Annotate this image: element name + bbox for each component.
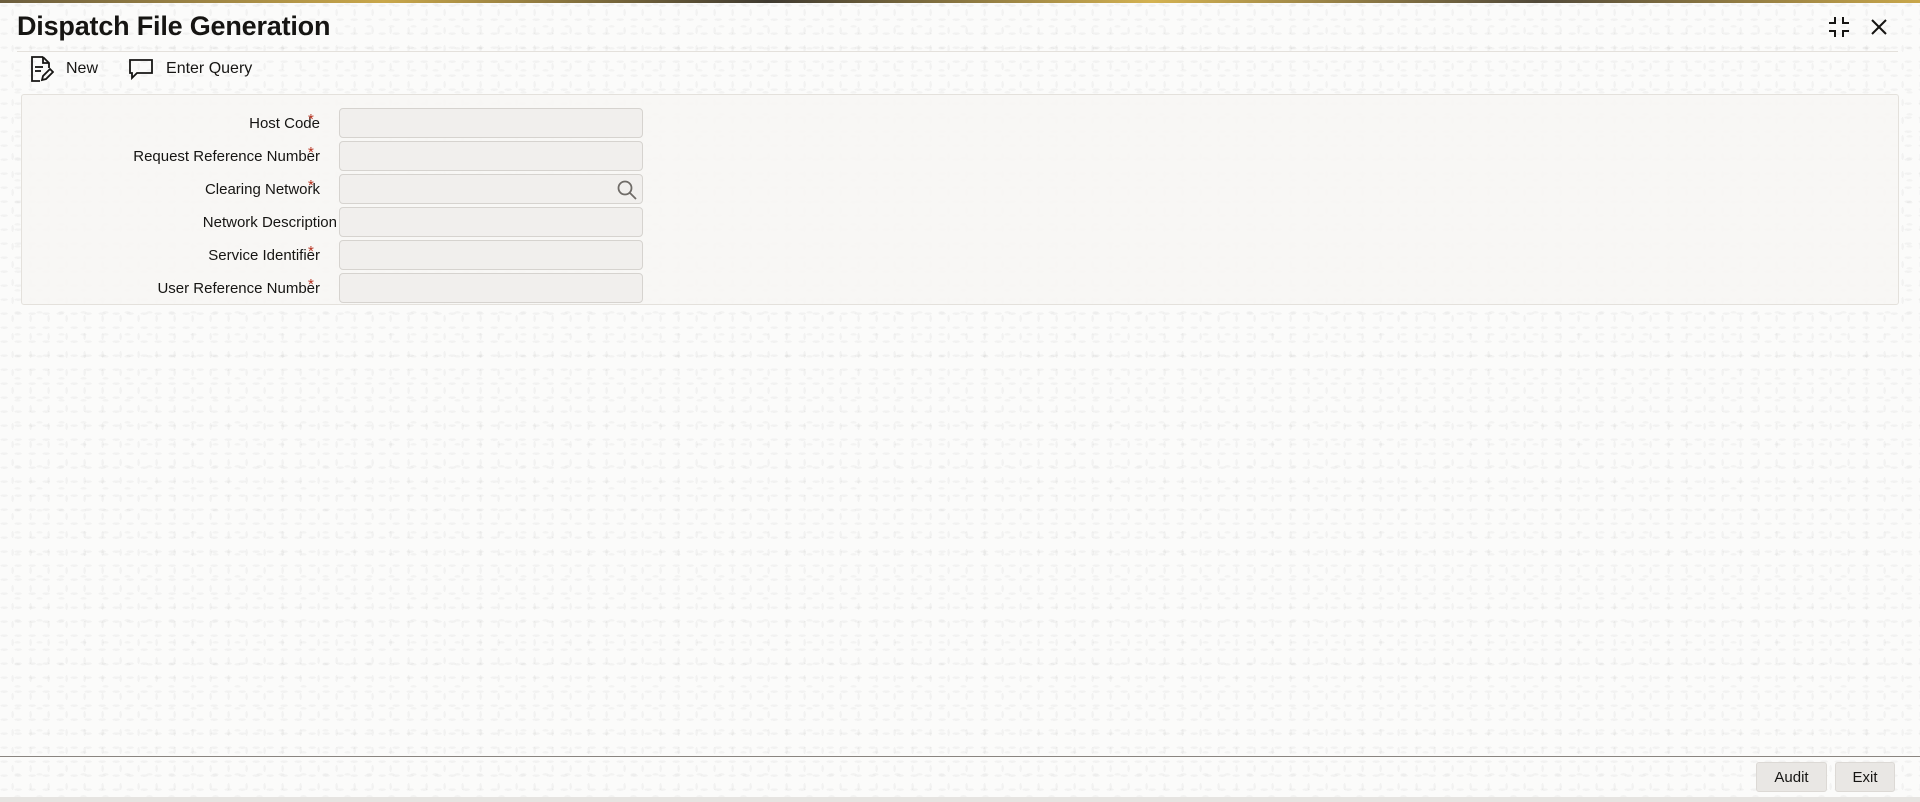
- form-panel: Host Code * Request Reference Number * C…: [21, 94, 1899, 305]
- window-controls: [1826, 14, 1892, 40]
- clearing-network-label: Clearing Network: [204, 181, 320, 198]
- new-button[interactable]: New: [28, 55, 98, 83]
- close-button[interactable]: [1866, 14, 1892, 40]
- collapse-icon: [1829, 17, 1849, 37]
- document-edit-icon: [31, 56, 54, 82]
- search-icon: [617, 180, 637, 200]
- required-marker: *: [308, 276, 314, 293]
- field-row-service-identifier: Service Identifier *: [22, 239, 682, 272]
- service-identifier-label: Service Identifier: [208, 247, 320, 264]
- required-marker: *: [308, 111, 314, 128]
- required-marker: *: [308, 243, 314, 260]
- service-identifier-input[interactable]: [339, 240, 643, 270]
- request-reference-number-label: Request Reference Number: [133, 148, 320, 165]
- enter-query-label: Enter Query: [166, 60, 253, 77]
- audit-button[interactable]: Audit: [1756, 762, 1827, 792]
- request-reference-number-input[interactable]: [339, 141, 643, 171]
- user-reference-number-label: User Reference Number: [157, 280, 320, 297]
- field-row-host-code: Host Code *: [22, 107, 682, 140]
- clearing-network-input[interactable]: [339, 174, 643, 204]
- required-marker: *: [308, 144, 314, 161]
- required-marker: *: [308, 177, 314, 194]
- field-row-network-description: Network Description: [22, 206, 682, 239]
- host-code-input[interactable]: [339, 108, 643, 138]
- field-row-user-reference-number: User Reference Number *: [22, 272, 682, 305]
- toolbar: New Enter Query: [28, 55, 252, 83]
- collapse-button[interactable]: [1826, 14, 1852, 40]
- close-icon: [1871, 19, 1887, 35]
- exit-button[interactable]: Exit: [1835, 762, 1895, 792]
- brand-strip: [0, 0, 1920, 3]
- user-reference-number-input[interactable]: [339, 273, 643, 303]
- enter-query-button[interactable]: Enter Query: [128, 55, 252, 83]
- field-row-request-reference-number: Request Reference Number *: [22, 140, 682, 173]
- network-description-input[interactable]: [339, 207, 643, 237]
- new-label: New: [66, 60, 99, 77]
- footer-divider: [0, 756, 1920, 757]
- chat-bubble-icon: [129, 59, 153, 81]
- clearing-network-lookup-button[interactable]: [616, 180, 638, 200]
- network-description-label: Network Description: [202, 214, 337, 231]
- field-row-clearing-network: Clearing Network *: [22, 173, 682, 206]
- page-title: Dispatch File Generation: [17, 11, 331, 41]
- bottom-strip: [0, 797, 1920, 802]
- title-divider: [17, 51, 1898, 52]
